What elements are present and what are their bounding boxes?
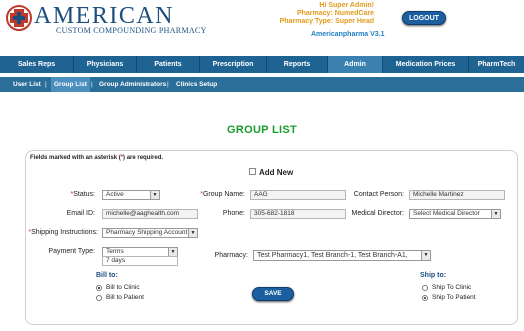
save-button[interactable]: SAVE (252, 287, 294, 301)
pharmacy-type-text: Pharmacy Type: Super Head (279, 18, 374, 25)
bill-to-clinic-radio[interactable] (96, 285, 102, 291)
subnav-clinics-setup[interactable]: Clinics Setup (176, 77, 217, 92)
add-new-checkbox[interactable] (249, 168, 256, 175)
pharmacy-select[interactable]: Test Pharmacy1, Test Branch-1, Test Bran… (253, 250, 431, 261)
bill-to-patient-radio[interactable] (96, 295, 102, 301)
ship-to-patient-label: Ship To Patient (432, 294, 476, 301)
group-name-field[interactable]: AAG (250, 190, 346, 200)
bill-to-clinic-label: Bill to Clinic (106, 284, 140, 291)
subnav-separator: | (167, 81, 169, 88)
bill-to-heading: Bill to: (96, 272, 118, 279)
subnav-user-list[interactable]: User List (13, 77, 41, 92)
chevron-down-icon: ▼ (491, 210, 500, 218)
nav-tab-pharmtech[interactable]: PharmTech (469, 56, 524, 73)
brand-subtitle: CUSTOM COMPOUNDING PHARMACY (56, 26, 207, 35)
version-text: Americanpharma V3.1 (311, 31, 385, 38)
contact-person-label: Contact Person: (353, 191, 404, 198)
brand-title: AMERICAN (34, 3, 175, 29)
nav-tab-physicians[interactable]: Physicians (74, 56, 136, 73)
chevron-down-icon: ▼ (421, 251, 430, 260)
chevron-down-icon: ▼ (150, 191, 159, 199)
app-root: AMERICAN CUSTOM COMPOUNDING PHARMACY Hi … (0, 0, 524, 331)
subnav-separator: | (45, 81, 47, 88)
group-name-label: *Group Name: (200, 191, 245, 198)
subnav-separator: | (91, 81, 93, 88)
chevron-down-icon: ▼ (168, 248, 177, 256)
logo-inner-bar (13, 16, 25, 20)
shipping-instructions-label: *Shipping Instructions: (28, 229, 98, 236)
shipping-instructions-select[interactable]: Pharmacy Shipping Account ▼ (102, 228, 198, 238)
email-field[interactable]: michelle@aaghealth.com (102, 209, 198, 219)
nav-tab-reports[interactable]: Reports (267, 56, 327, 73)
contact-person-field[interactable]: Michelle Martinez (409, 190, 505, 200)
nav-tab-patients[interactable]: Patients (137, 56, 199, 73)
status-label: *Status: (70, 191, 95, 198)
ship-to-patient-radio[interactable] (422, 295, 428, 301)
subnav-group-administrators[interactable]: Group Administrators (99, 77, 166, 92)
add-new-label: Add New (259, 168, 294, 177)
phone-label: Phone: (222, 210, 245, 217)
payment-type-label: Payment Type: (48, 248, 95, 255)
ship-to-clinic-radio[interactable] (422, 285, 428, 291)
subnav-group-list[interactable]: Group List (51, 77, 90, 92)
chevron-down-icon: ▼ (188, 229, 197, 237)
payment-days-field[interactable]: 7 days (102, 256, 178, 266)
logout-button[interactable]: LOGOUT (402, 11, 446, 25)
medical-director-label: Medical Director: (351, 210, 404, 217)
ship-to-heading: Ship to: (420, 272, 447, 279)
nav-tab-sales-reps[interactable]: Sales Reps (0, 56, 73, 73)
page-title: GROUP LIST (226, 124, 298, 136)
nav-tab-prescription[interactable]: Prescription (200, 56, 266, 73)
nav-tab-admin[interactable]: Admin (328, 56, 382, 73)
pharmacy-label: Pharmacy: (214, 252, 248, 259)
ship-to-clinic-label: Ship To Clinic (432, 284, 472, 291)
nav-tab-medication-prices[interactable]: Medication Prices (383, 56, 468, 73)
status-select[interactable]: Active ▼ (102, 190, 160, 200)
email-label: Email ID: (66, 210, 95, 217)
medical-director-select[interactable]: Select Medical Director ▼ (409, 209, 501, 219)
bill-to-patient-label: Bill to Patient (106, 294, 144, 301)
phone-field[interactable]: 305-682-1818 (250, 209, 346, 219)
required-note: Fields marked with an asterisk (*) are r… (30, 155, 164, 161)
